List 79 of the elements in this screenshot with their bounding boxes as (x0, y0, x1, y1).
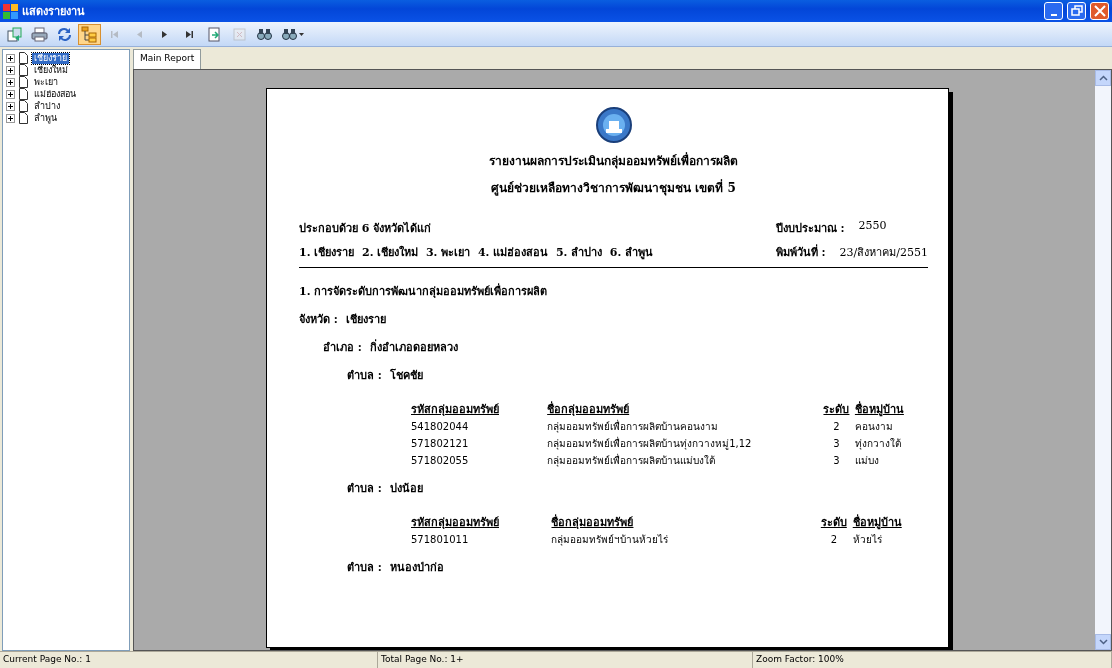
tree-item[interactable]: เชียงใหม่ (32, 64, 70, 76)
column-header: ชื่อกลุ่มออมทรัพย์ (551, 513, 635, 531)
table-cell: 571801011 (411, 531, 552, 548)
column-header: รหัสกลุ่มออมทรัพย์ (411, 513, 552, 531)
minimize-icon (1050, 13, 1057, 16)
column-header: ระดับ (818, 400, 855, 418)
table-cell: 571802055 (411, 452, 548, 469)
emblem-logo-icon (595, 107, 632, 143)
export-icon (6, 25, 23, 43)
provinces-list-text: 1. เชียงราย 2. เชียงใหม่ 3. พะเยา 4. แม่ฮ่องสอน 5. ลำปาง 6. ลำพูน (299, 244, 654, 261)
field-label: ปีงบประมาณ : (775, 221, 845, 237)
table-cell-text: ห้วยไร่ (852, 533, 883, 547)
report-subtitle: ศูนย์ช่วยเหลือทางวิชาการพัฒนาชุมชน เขตที่ 5 (491, 178, 736, 197)
table-cell: 2 (818, 418, 855, 435)
document-icon (18, 52, 29, 64)
document-icon (18, 88, 29, 100)
printer-icon (31, 25, 48, 43)
table-cell: 3 (818, 435, 855, 452)
column-header: รหัสกลุ่มออมทรัพย์ (411, 400, 548, 418)
status-text: Zoom Factor: 100% (753, 652, 1112, 668)
field-label: ตำบล : (347, 368, 382, 384)
table-cell-text: กลุ่มออมทรัพย์เพื่อการผลิตบ้านทุ่งกวางหมู่1,12 (547, 435, 753, 452)
summary-text: ประกอบด้วย 6 จังหวัดได้แก่ (299, 221, 433, 237)
group-tree-button[interactable] (78, 23, 101, 45)
field-value: หนองป่าก่อ (389, 560, 444, 576)
close-icon (1093, 5, 1106, 17)
table-cell-text: กลุ่มออมทรัพย์เพื่อการผลิตบ้านแม่บงใต้ (547, 452, 717, 469)
field-value: โชคชัย (389, 367, 423, 384)
document-icon (18, 112, 29, 124)
minimize-button[interactable] (1044, 2, 1063, 20)
tree-item[interactable]: แม่ฮ่องสอน (32, 88, 78, 100)
vertical-scrollbar[interactable] (1095, 70, 1111, 650)
window-title: แสดงรายงาน (22, 4, 86, 20)
tree-item[interactable]: พะเยา (32, 76, 60, 88)
table-cell-text: แม่บง (854, 454, 880, 468)
stop-icon (231, 25, 248, 43)
column-header: ชื่อกลุ่มออมทรัพย์ (547, 400, 631, 418)
field-label: ตำบล : (347, 481, 382, 497)
tree-item[interactable]: ลำปาง (32, 100, 62, 112)
field-label: ตำบล : (347, 560, 382, 576)
restore-button[interactable] (1067, 2, 1086, 20)
field-label: อำเภอ : (323, 340, 362, 356)
field-value: เชียงราย (345, 312, 386, 328)
go-to-page-icon (206, 25, 223, 43)
field-value: กิ่งอำเภอดอยหลวง (369, 338, 458, 356)
scroll-down-icon (1098, 639, 1108, 645)
document-icon (18, 76, 29, 88)
status-text: Current Page No.: 1 (0, 652, 378, 668)
refresh-icon (56, 25, 73, 43)
table-cell: 571802121 (411, 435, 548, 452)
document-icon (18, 64, 29, 76)
column-header: ชื่อหมู่บ้าน (852, 513, 903, 531)
table-cell-text: กลุ่มออมทรัพย์ฯบ้านห้วยไร่ (551, 533, 670, 548)
restore-icon (1070, 5, 1083, 17)
report-tab[interactable]: Main Report (133, 49, 202, 69)
table-cell-text: คอนงาม (854, 420, 894, 434)
table-cell-text: กลุ่มออมทรัพย์เพื่อการผลิตบ้านคอนงาม (547, 418, 720, 435)
field-label: พิมพ์วันที่ : (775, 243, 826, 261)
table-cell: 541802044 (411, 418, 548, 435)
tree-icon (81, 25, 98, 43)
table-cell: 2 (814, 531, 853, 548)
field-value: 23/สิงหาคม/2551 (839, 245, 928, 261)
tree-item[interactable]: ลำพูน (32, 112, 59, 124)
field-value: ปงน้อย (389, 481, 423, 497)
field-label: จังหวัด : (299, 312, 338, 328)
close-button[interactable] (1090, 2, 1109, 20)
tree-item[interactable]: เชียงราย (32, 52, 69, 64)
field-value: 2550 (858, 219, 887, 234)
document-icon (18, 100, 29, 112)
scroll-up-icon (1098, 75, 1108, 81)
table-cell: 3 (818, 452, 855, 469)
column-header: ชื่อหมู่บ้าน (854, 400, 905, 418)
report-title: รายงานผลการประเมินกลุ่มออมทรัพย์เพื่อการผลิต (489, 151, 738, 170)
status-text: Total Page No.: 1+ (378, 652, 753, 668)
table-cell-text: ทุ่งกวางใต้ (854, 437, 902, 452)
app-icon (3, 3, 18, 19)
caret-icon (299, 32, 304, 36)
column-header: ระดับ (814, 513, 853, 531)
section-heading: 1. การจัดระดับการพัฒนากลุ่มออมทรัพย์เพื่อการผลิต (299, 282, 549, 300)
